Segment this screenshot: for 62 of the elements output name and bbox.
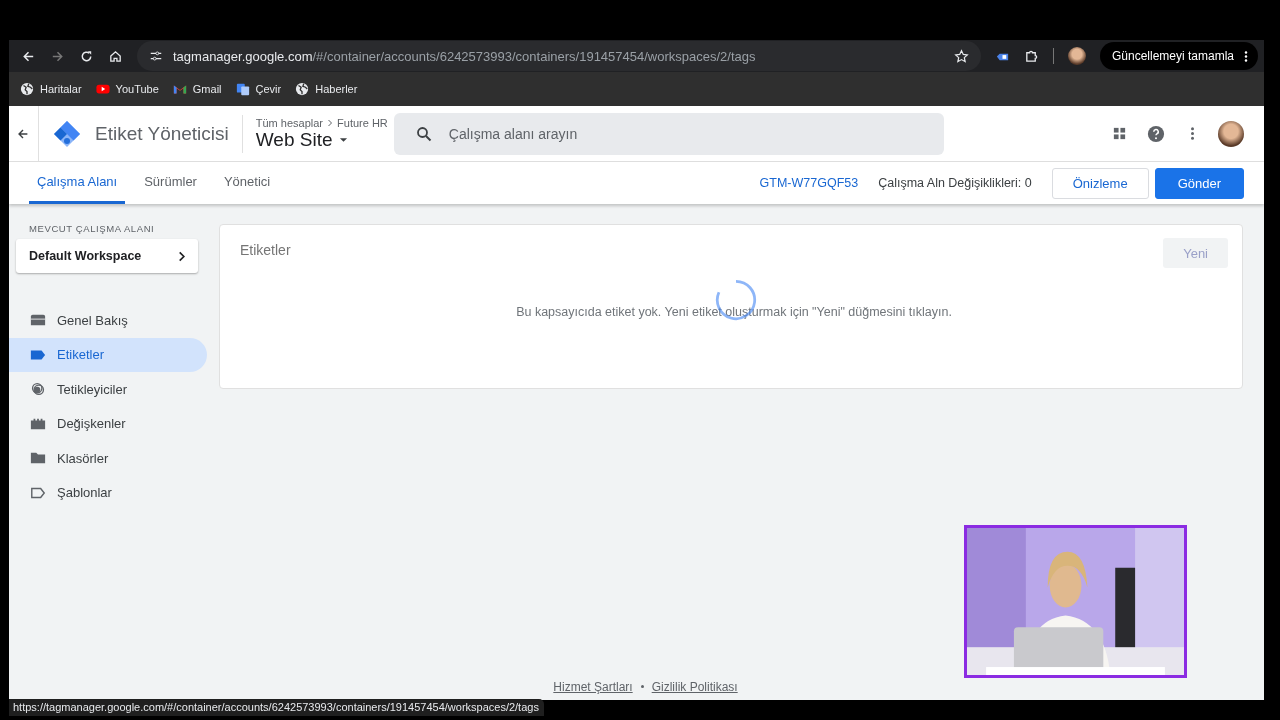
search-icon bbox=[415, 125, 432, 142]
app-title: Etiket Yöneticisi bbox=[95, 122, 229, 145]
blocks-icon bbox=[30, 416, 46, 431]
container-id-link[interactable]: GTM-W77GQF53 bbox=[759, 176, 859, 190]
nav-tab[interactable]: Çalışma Alanı bbox=[29, 162, 126, 204]
reload-icon[interactable] bbox=[79, 48, 94, 64]
overlapping-circles-icon bbox=[30, 382, 46, 397]
bookmark-label: Çevir bbox=[255, 83, 282, 95]
bookmark-label: Haritalar bbox=[40, 83, 82, 95]
folder-icon bbox=[30, 451, 46, 466]
star-icon[interactable] bbox=[953, 48, 969, 64]
briefcase-icon bbox=[30, 313, 46, 328]
sidebar-item[interactable]: Genel Bakış bbox=[9, 303, 207, 338]
container-selector[interactable]: Web Site bbox=[255, 128, 348, 151]
update-button[interactable]: Güncellemeyi tamamla bbox=[1099, 42, 1258, 70]
globe-icon bbox=[20, 82, 34, 96]
status-url-tooltip: https://tagmanager.google.com/#/container/accounts/6242573993/containers/191457454/workspaces/2/tags bbox=[9, 699, 544, 716]
tag-outline-icon bbox=[30, 485, 46, 500]
sidebar-item[interactable]: Klasörler bbox=[9, 441, 207, 476]
apps-grid-icon[interactable] bbox=[1112, 126, 1127, 141]
workspace-selector[interactable]: Default Workspace bbox=[16, 239, 198, 273]
site-settings-icon[interactable] bbox=[149, 49, 163, 63]
diamond-logo-icon bbox=[53, 119, 81, 148]
puzzle-icon[interactable] bbox=[1023, 48, 1039, 64]
preview-button[interactable]: Önizleme bbox=[1051, 167, 1149, 199]
bookmark-label: Haberler bbox=[315, 83, 358, 95]
bookmark[interactable]: Çevir bbox=[235, 82, 282, 96]
nav-tab[interactable]: Yönetici bbox=[215, 162, 279, 204]
chevron-right-icon bbox=[178, 250, 186, 262]
help-icon[interactable] bbox=[1147, 124, 1165, 143]
card-title: Etiketler bbox=[240, 242, 291, 258]
address-bar[interactable]: tagmanager.google.com/#/container/accounts/6242573993/containers/191457454/workspaces/2/tags bbox=[137, 41, 981, 71]
caret-icon bbox=[338, 136, 348, 143]
footer-link[interactable]: Gizlilik Politikası bbox=[651, 679, 738, 694]
bookmark[interactable]: Haritalar bbox=[20, 82, 82, 96]
profile-avatar[interactable] bbox=[1067, 47, 1086, 65]
bookmark[interactable]: Gmail bbox=[172, 82, 222, 96]
breadcrumb-link[interactable]: Tüm hesaplar bbox=[255, 116, 324, 129]
section-heading: MEVCUT ÇALIŞMA ALANI bbox=[28, 223, 156, 234]
submit-button[interactable]: Gönder bbox=[1154, 167, 1244, 199]
breadcrumb-link[interactable]: Future HR bbox=[337, 116, 388, 129]
bookmark-label: YouTube bbox=[115, 83, 159, 95]
chevron-icon bbox=[326, 118, 335, 127]
footer-link[interactable]: Hizmet Şartları bbox=[553, 679, 633, 694]
sidebar-item[interactable]: Değişkenler bbox=[9, 406, 207, 441]
bookmark[interactable]: YouTube bbox=[95, 82, 159, 96]
separator-dot bbox=[640, 685, 644, 688]
video-play-icon bbox=[95, 82, 110, 96]
bookmark-label: Gmail bbox=[192, 83, 222, 95]
sidebar-item[interactable]: Şablonlar bbox=[9, 475, 207, 510]
url-text: tagmanager.google.com/#/container/accounts/6242573993/containers/191457454/workspaces/2/tags bbox=[173, 48, 757, 64]
search-field[interactable]: Çalışma alanı arayın bbox=[393, 112, 944, 155]
nav-tab[interactable]: Sürümler bbox=[136, 162, 205, 204]
translate-icon bbox=[235, 82, 250, 96]
home-icon[interactable] bbox=[108, 48, 123, 64]
workspace-changes-count: Çalışma Aln Değişiklikleri: 0 bbox=[878, 176, 1032, 190]
bookmark[interactable]: Haberler bbox=[295, 82, 358, 96]
account-avatar[interactable] bbox=[1218, 120, 1244, 147]
more-icon[interactable] bbox=[1244, 49, 1248, 63]
sidebar-item[interactable]: Tetikleyiciler bbox=[9, 372, 207, 407]
globe-icon bbox=[295, 82, 310, 96]
sidebar-item[interactable]: Etiketler bbox=[9, 337, 207, 372]
